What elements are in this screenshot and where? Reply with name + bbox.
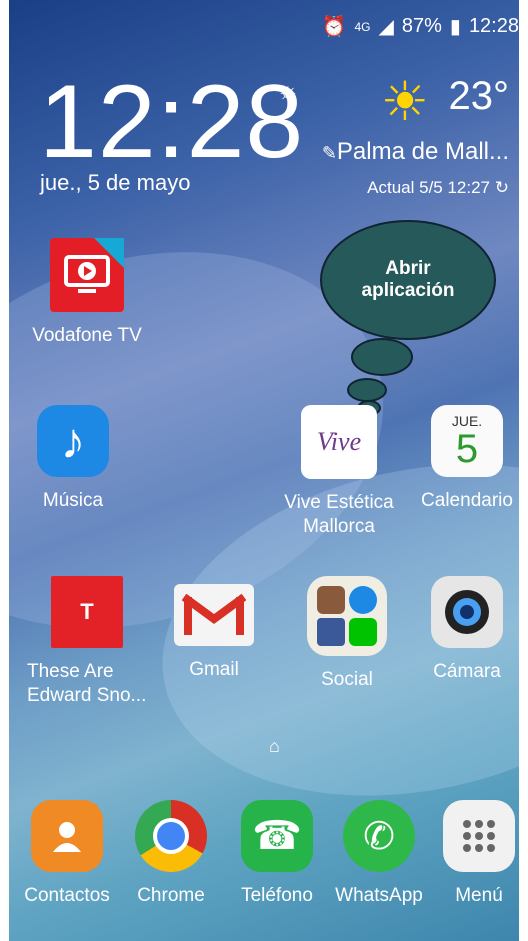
network-4g-icon: 4G — [354, 19, 371, 34]
dock: Contactos Chrome ☎ Teléfono ✆ WhatsApp M… — [9, 800, 519, 941]
bubble-text: Abrir aplicación — [361, 258, 455, 301]
weather-updated: Actual 5/5 12:27 ↻ — [367, 178, 509, 197]
phone-icon: ☎ — [241, 800, 313, 872]
app-label: Música — [42, 490, 104, 511]
app-label: Gmail — [189, 659, 239, 680]
new-badge — [94, 238, 124, 268]
location-pin-icon: ✎ — [321, 143, 337, 163]
t-logo-icon: T — [51, 576, 123, 648]
vive-logo-icon: Vive — [301, 405, 377, 479]
whatsapp-icon: ✆ — [343, 800, 415, 872]
home-page-indicator[interactable]: ⌂ — [269, 736, 280, 757]
battery-icon: ▮ — [449, 16, 461, 38]
facebook-icon — [317, 618, 345, 646]
apps-grid-icon — [443, 800, 515, 872]
app-social-folder[interactable]: Social — [287, 576, 407, 692]
bubble-tail-large — [351, 338, 413, 376]
app-label: Contactos — [24, 885, 110, 906]
dock-chrome[interactable]: Chrome — [111, 800, 231, 908]
folder-icon — [307, 576, 387, 656]
app-label: Vive Estética Mallorca — [284, 492, 394, 537]
app-label: Vodafone TV — [32, 325, 142, 346]
contacts-person-icon — [31, 800, 103, 872]
music-note-icon: ♪ — [37, 405, 109, 477]
alarm-icon: ⏰ — [321, 16, 347, 38]
sunny-weather-icon: ☀ — [380, 72, 429, 132]
vodafone-tv-icon — [50, 238, 124, 312]
instagram-icon — [317, 586, 345, 614]
calendar-date-number: 5 — [455, 427, 479, 471]
battery-percent: 87% — [401, 15, 442, 37]
app-label: Cámara — [433, 661, 501, 682]
weather-widget[interactable]: ☀ 23° ✎Palma de Mall... Actual 5/5 12:27… — [269, 72, 510, 214]
line-icon — [349, 618, 377, 646]
dock-contactos[interactable]: Contactos — [9, 800, 127, 908]
app-vive-estetica[interactable]: Vive Vive Estética Mallorca — [279, 405, 399, 539]
weather-temperature: 23° — [448, 74, 510, 118]
clock-date[interactable]: jue., 5 de mayo — [40, 170, 190, 196]
app-camara[interactable]: Cámara — [407, 576, 519, 684]
status-time: 12:28 — [468, 15, 519, 37]
app-these-are-edward[interactable]: T These Are Edward Sno... — [27, 576, 147, 708]
clock-time: 12:28 — [39, 64, 305, 180]
status-bar: ⏰ 4G ◢ 87% ▮ 12:28 — [9, 0, 519, 40]
clock-widget[interactable]: 12:28 ☼ — [39, 70, 304, 174]
signal-icon: ◢ — [378, 16, 394, 38]
refresh-icon[interactable]: ↻ — [495, 178, 509, 197]
chrome-icon — [135, 800, 207, 872]
gmail-envelope-icon — [174, 584, 254, 646]
speech-bubble: Abrir aplicación — [320, 220, 496, 340]
app-musica[interactable]: ♪ Música — [13, 405, 133, 513]
bubble-tail-medium — [347, 378, 387, 402]
app-label: Calendario — [421, 490, 513, 511]
calendar-icon: JUE. 5 — [431, 405, 503, 477]
weather-location: ✎Palma de Mall... — [321, 138, 509, 165]
messenger-icon — [349, 586, 377, 614]
dock-menu[interactable]: Menú — [419, 800, 519, 908]
app-label: Chrome — [137, 885, 205, 906]
app-gmail[interactable]: Gmail — [154, 576, 274, 682]
app-label: Menú — [455, 885, 503, 906]
home-screen: ⏰ 4G ◢ 87% ▮ 12:28 12:28 ☼ jue., 5 de ma… — [9, 0, 519, 941]
camera-icon — [431, 576, 503, 648]
app-label: These Are Edward Sno... — [27, 661, 147, 706]
app-calendario[interactable]: JUE. 5 Calendario — [407, 405, 519, 513]
app-vodafone-tv[interactable]: Vodafone TV — [27, 238, 147, 348]
app-label: Social — [321, 669, 373, 690]
